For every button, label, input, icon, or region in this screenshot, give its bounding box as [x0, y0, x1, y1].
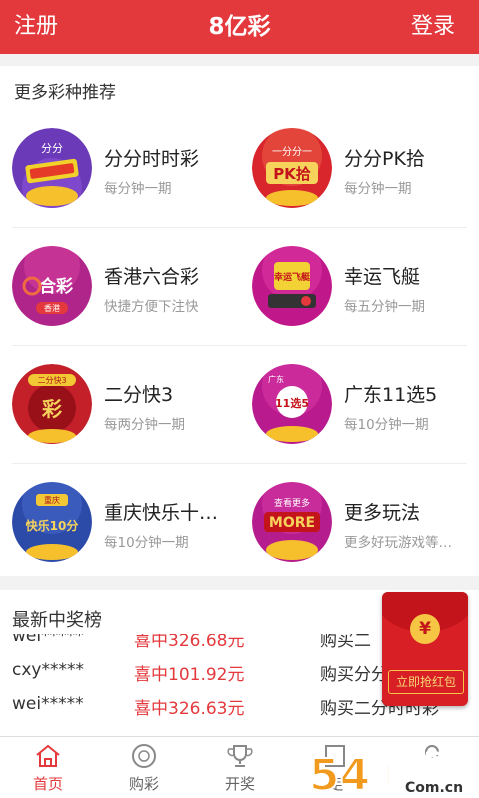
winner-user: wei*****: [12, 694, 84, 714]
top-header: 注册 8亿彩 登录: [0, 0, 479, 54]
svg-text:广东: 广东: [268, 374, 284, 384]
game-name: 幸运飞艇: [344, 266, 421, 288]
game-subtitle: 每分钟一期: [344, 181, 412, 197]
winner-user: wei*****: [12, 634, 84, 646]
register-button[interactable]: 注册: [14, 0, 58, 54]
game-card-gd11x5[interactable]: 广东 11选5 广东11选5 每10分钟一期: [240, 346, 479, 462]
winner-user: cxy*****: [12, 660, 84, 680]
hk-lottery-logo: 合彩 香港: [12, 246, 92, 326]
more-logo: 查看更多 MORE: [252, 482, 332, 562]
k3-logo: 二分快3 彩: [12, 364, 92, 444]
game-name: 分分时时彩: [104, 148, 200, 170]
game-name: 更多玩法: [344, 502, 421, 524]
svg-text:游网: 游网: [403, 750, 447, 776]
game-card-more[interactable]: 查看更多 MORE 更多玩法 更多好玩游戏等…: [240, 464, 479, 580]
svg-text:彩: 彩: [41, 397, 62, 421]
lottery-ball-icon: [132, 744, 156, 768]
game-name: 二分快3: [104, 384, 174, 406]
game-name: 香港六合彩: [104, 266, 200, 288]
game-card-k3[interactable]: 二分快3 彩 二分快3 每两分钟一期: [0, 346, 239, 462]
tab-label: 开奖: [224, 775, 255, 793]
app-root: 注册 8亿彩 登录 更多彩种推荐 分分 分分时时彩 每分钟一期 一分分一 PK拾…: [0, 0, 479, 798]
winner-amount: 喜中326.63元: [134, 699, 245, 719]
section-title: 更多彩种推荐: [14, 83, 116, 103]
game-subtitle: 每五分钟一期: [344, 299, 425, 315]
game-card-cq-happy10[interactable]: 重庆 快乐10分 重庆快乐十… 每10分钟一期: [0, 464, 239, 580]
site-watermark: 54 手 游网 Com.cn: [308, 749, 463, 798]
winners-title: 最新中奖榜: [12, 610, 102, 631]
svg-text:香港: 香港: [44, 303, 60, 313]
game-subtitle: 每10分钟一期: [344, 417, 429, 433]
trophy-icon: [227, 745, 253, 767]
coin-icon: ¥: [410, 614, 440, 644]
lucky-boat-logo: 幸运飞艇: [252, 246, 332, 326]
winner-amount: 喜中101.92元: [134, 665, 245, 685]
winner-purchase: 购买分分: [320, 665, 388, 685]
svg-text:54: 54: [309, 750, 370, 798]
game-card-hk-lottery[interactable]: 合彩 香港 香港六合彩 快捷方便下注快: [0, 228, 239, 344]
game-name: 分分PK拾: [344, 148, 425, 170]
tab-draw-results[interactable]: 开奖: [192, 737, 288, 798]
svg-text:MORE: MORE: [269, 515, 315, 531]
gd11x5-logo: 广东 11选5: [252, 364, 332, 444]
svg-text:PK拾: PK拾: [273, 165, 311, 183]
game-subtitle: 快捷方便下注快: [104, 299, 199, 315]
svg-text:手: 手: [375, 761, 401, 791]
login-button[interactable]: 登录: [411, 0, 455, 54]
game-card-lucky-boat[interactable]: 幸运飞艇 幸运飞艇 每五分钟一期: [240, 228, 479, 344]
home-icon: [36, 744, 60, 767]
svg-text:二分快3: 二分快3: [37, 375, 66, 385]
svg-text:重庆: 重庆: [44, 495, 60, 505]
game-grid: 分分 分分时时彩 每分钟一期 一分分一 PK拾 分分PK拾 每分钟一期 合彩 香…: [0, 110, 479, 576]
game-name: 广东11选5: [344, 384, 438, 406]
tab-label: 首页: [32, 775, 63, 793]
game-name: 重庆快乐十…: [104, 502, 219, 524]
tab-label: 购彩: [128, 775, 159, 793]
game-subtitle: 每分钟一期: [104, 181, 172, 197]
svg-text:一分分一: 一分分一: [272, 146, 312, 158]
game-subtitle: 每10分钟一期: [104, 535, 189, 551]
app-title: 8亿彩: [208, 14, 271, 40]
svg-text:快乐10分: 快乐10分: [26, 518, 79, 533]
pk10-logo: 一分分一 PK拾: [252, 128, 332, 208]
winner-amount: 喜中326.68元: [134, 634, 245, 651]
game-subtitle: 每两分钟一期: [104, 417, 185, 433]
red-envelope-button[interactable]: ¥ 立即抢红包: [382, 592, 468, 706]
svg-text:Com.cn: Com.cn: [405, 780, 463, 796]
tab-buy-lottery[interactable]: 购彩: [96, 737, 192, 798]
game-card-ffssc[interactable]: 分分 分分时时彩 每分钟一期: [0, 110, 239, 226]
game-subtitle: 更多好玩游戏等…: [344, 535, 452, 551]
svg-text:合彩: 合彩: [39, 276, 73, 297]
svg-text:11选5: 11选5: [275, 396, 309, 410]
svg-text:分分: 分分: [41, 142, 63, 155]
svg-text:幸运飞艇: 幸运飞艇: [274, 271, 311, 283]
grab-red-envelope-label: 立即抢红包: [388, 670, 464, 694]
tab-home[interactable]: 首页: [0, 737, 96, 798]
winner-purchase: 购买二: [320, 634, 371, 651]
svg-text:查看更多: 查看更多: [274, 497, 310, 509]
ffssc-logo: 分分: [12, 128, 92, 208]
cq-happy10-logo: 重庆 快乐10分: [12, 482, 92, 562]
game-card-pk10[interactable]: 一分分一 PK拾 分分PK拾 每分钟一期: [240, 110, 479, 226]
recommend-section-header: 更多彩种推荐: [0, 66, 479, 110]
